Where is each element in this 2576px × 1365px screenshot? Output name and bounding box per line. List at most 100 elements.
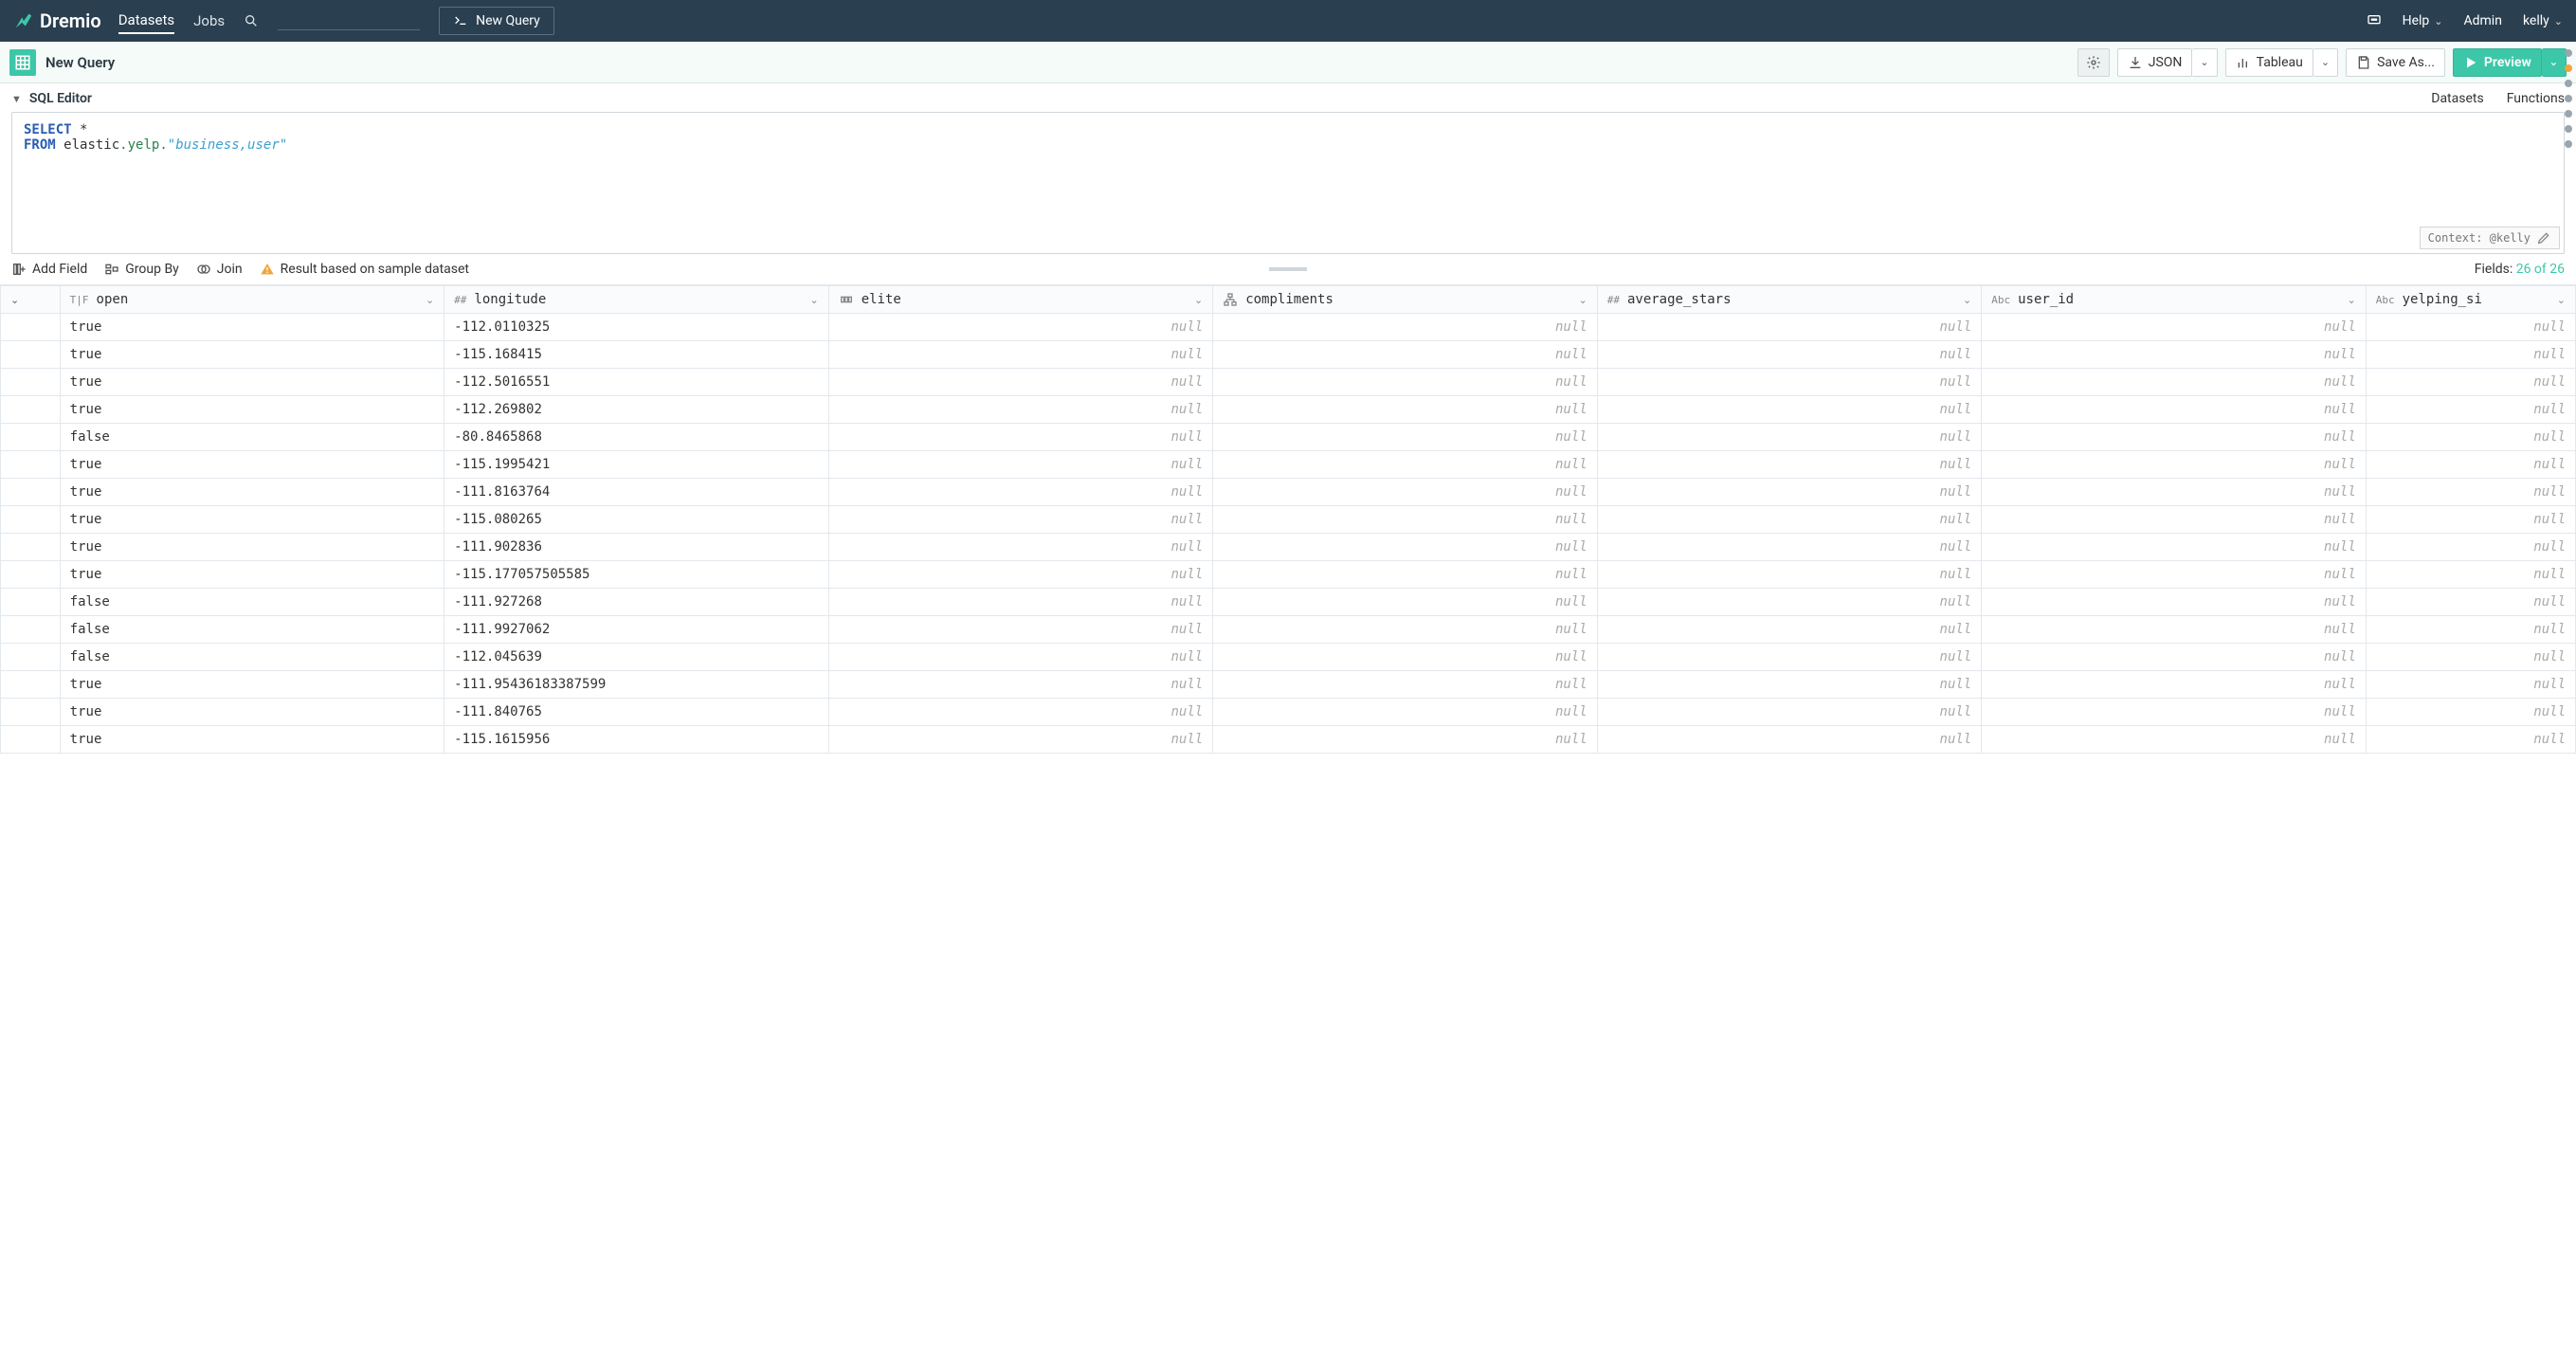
cell-null[interactable]: null xyxy=(1982,314,2367,341)
add-field-button[interactable]: Add Field xyxy=(11,262,87,277)
cell-null[interactable]: null xyxy=(1982,589,2367,616)
cell-longitude[interactable]: -112.045639 xyxy=(444,644,829,671)
cell-null[interactable]: null xyxy=(1597,396,1982,424)
cell-null[interactable]: null xyxy=(828,369,1213,396)
cell-null[interactable]: null xyxy=(1213,451,1598,479)
row-menu[interactable] xyxy=(1,671,61,699)
cell-null[interactable]: null xyxy=(2366,396,2575,424)
join-button[interactable]: Join xyxy=(196,262,243,277)
cell-longitude[interactable]: -111.9927062 xyxy=(444,616,829,644)
cell-null[interactable]: null xyxy=(828,479,1213,506)
search-input[interactable] xyxy=(278,29,420,30)
nav-datasets[interactable]: Datasets xyxy=(118,8,174,34)
cell-null[interactable]: null xyxy=(1597,644,1982,671)
cell-null[interactable]: null xyxy=(1982,451,2367,479)
cell-null[interactable]: null xyxy=(2366,506,2575,534)
cell-null[interactable]: null xyxy=(2366,341,2575,369)
cell-open[interactable]: true xyxy=(60,699,444,726)
column-header-average_stars[interactable]: ##average_stars⌄ xyxy=(1597,286,1982,314)
nav-jobs[interactable]: Jobs xyxy=(193,9,225,33)
save-as-button[interactable]: Save As... xyxy=(2346,48,2445,77)
cell-longitude[interactable]: -112.0110325 xyxy=(444,314,829,341)
cell-null[interactable]: null xyxy=(1982,561,2367,589)
column-header-compliments[interactable]: compliments⌄ xyxy=(1213,286,1598,314)
cell-null[interactable]: null xyxy=(2366,479,2575,506)
cell-open[interactable]: true xyxy=(60,369,444,396)
cell-null[interactable]: null xyxy=(1597,341,1982,369)
row-menu[interactable] xyxy=(1,369,61,396)
cell-null[interactable]: null xyxy=(1597,561,1982,589)
column-menu-icon[interactable]: ⌄ xyxy=(2557,294,2566,306)
cell-null[interactable]: null xyxy=(1213,369,1598,396)
cell-open[interactable]: true xyxy=(60,479,444,506)
cell-null[interactable]: null xyxy=(1213,616,1598,644)
cell-null[interactable]: null xyxy=(1982,726,2367,754)
cell-null[interactable]: null xyxy=(1597,451,1982,479)
cell-null[interactable]: null xyxy=(1982,506,2367,534)
cell-open[interactable]: false xyxy=(60,616,444,644)
cell-longitude[interactable]: -115.1995421 xyxy=(444,451,829,479)
cell-null[interactable]: null xyxy=(1982,341,2367,369)
collapse-icon[interactable]: ▼ xyxy=(11,93,22,105)
cell-longitude[interactable]: -115.177057505585 xyxy=(444,561,829,589)
cell-null[interactable]: null xyxy=(1982,479,2367,506)
cell-null[interactable]: null xyxy=(2366,589,2575,616)
column-menu-icon[interactable]: ⌄ xyxy=(1963,294,1971,306)
row-menu[interactable] xyxy=(1,616,61,644)
cell-null[interactable]: null xyxy=(828,451,1213,479)
cell-null[interactable]: null xyxy=(1213,396,1598,424)
cell-longitude[interactable]: -80.8465868 xyxy=(444,424,829,451)
data-grid[interactable]: ⌄T|Fopen⌄##longitude⌄elite⌄compliments⌄#… xyxy=(0,285,2576,1342)
row-menu[interactable] xyxy=(1,506,61,534)
row-menu-header[interactable]: ⌄ xyxy=(1,286,61,314)
cell-null[interactable]: null xyxy=(1213,726,1598,754)
cell-null[interactable]: null xyxy=(1597,671,1982,699)
row-menu[interactable] xyxy=(1,699,61,726)
column-menu-icon[interactable]: ⌄ xyxy=(809,294,818,306)
cell-null[interactable]: null xyxy=(828,644,1213,671)
column-menu-icon[interactable]: ⌄ xyxy=(1194,294,1203,306)
cell-null[interactable]: null xyxy=(828,506,1213,534)
cell-null[interactable]: null xyxy=(828,726,1213,754)
cell-longitude[interactable]: -115.168415 xyxy=(444,341,829,369)
cell-null[interactable]: null xyxy=(1982,396,2367,424)
cell-null[interactable]: null xyxy=(828,396,1213,424)
cell-null[interactable]: null xyxy=(1213,644,1598,671)
cell-longitude[interactable]: -111.840765 xyxy=(444,699,829,726)
column-menu-icon[interactable]: ⌄ xyxy=(426,294,434,306)
cell-null[interactable]: null xyxy=(1213,534,1598,561)
chat-icon[interactable] xyxy=(2367,13,2382,28)
preview-button[interactable]: Preview ⌄ xyxy=(2453,48,2567,77)
cell-null[interactable]: null xyxy=(828,671,1213,699)
cell-null[interactable]: null xyxy=(828,616,1213,644)
cell-null[interactable]: null xyxy=(1597,616,1982,644)
context-badge[interactable]: Context: @kelly xyxy=(2420,227,2560,249)
cell-longitude[interactable]: -111.8163764 xyxy=(444,479,829,506)
cell-null[interactable]: null xyxy=(1597,314,1982,341)
row-menu[interactable] xyxy=(1,561,61,589)
cell-longitude[interactable]: -111.95436183387599 xyxy=(444,671,829,699)
cell-null[interactable]: null xyxy=(1982,671,2367,699)
column-header-longitude[interactable]: ##longitude⌄ xyxy=(444,286,829,314)
column-menu-icon[interactable]: ⌄ xyxy=(2348,294,2356,306)
cell-null[interactable]: null xyxy=(1982,644,2367,671)
row-menu[interactable] xyxy=(1,644,61,671)
group-by-button[interactable]: Group By xyxy=(104,262,179,277)
cell-null[interactable]: null xyxy=(2366,616,2575,644)
row-menu[interactable] xyxy=(1,314,61,341)
cell-null[interactable]: null xyxy=(1213,671,1598,699)
cell-null[interactable]: null xyxy=(1213,314,1598,341)
cell-null[interactable]: null xyxy=(828,561,1213,589)
sql-editor[interactable]: SELECT * FROM elastic.yelp."business,use… xyxy=(11,112,2565,254)
cell-null[interactable]: null xyxy=(2366,699,2575,726)
json-button[interactable]: JSON ⌄ xyxy=(2117,48,2218,77)
cell-longitude[interactable]: -111.927268 xyxy=(444,589,829,616)
cell-null[interactable]: null xyxy=(2366,534,2575,561)
cell-open[interactable]: true xyxy=(60,534,444,561)
cell-null[interactable]: null xyxy=(1213,341,1598,369)
cell-null[interactable]: null xyxy=(2366,424,2575,451)
row-menu[interactable] xyxy=(1,341,61,369)
json-caret[interactable]: ⌄ xyxy=(2192,48,2217,77)
cell-null[interactable]: null xyxy=(2366,451,2575,479)
help-menu[interactable]: Help⌄ xyxy=(2403,13,2443,28)
